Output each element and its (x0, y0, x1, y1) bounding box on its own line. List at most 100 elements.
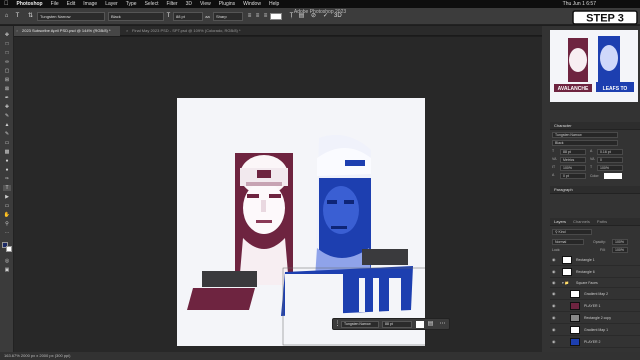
layer-group-row[interactable]: ◉ ▾ 📁 Square Faces (550, 278, 640, 288)
layer-row[interactable]: ◉ Rectangle 2 copy (550, 312, 640, 324)
float-character-icon[interactable]: ▤ (427, 321, 434, 328)
eye-icon[interactable]: ◉ (552, 254, 556, 266)
paragraph-panel-header[interactable]: Paragraph (550, 186, 640, 194)
eye-icon[interactable]: ◉ (552, 266, 556, 278)
float-font-size[interactable]: 88 pt (382, 321, 412, 328)
char-vscale[interactable]: 100% (560, 165, 586, 171)
eye-icon[interactable]: ◉ (552, 288, 556, 300)
menu-layer[interactable]: Layer (105, 1, 118, 7)
tab-channels[interactable]: Channels (573, 218, 590, 225)
menu-filter[interactable]: Filter (166, 1, 177, 7)
float-more-icon[interactable]: ⋯ (439, 321, 446, 328)
float-color-swatch[interactable] (416, 321, 424, 328)
brush-tool-icon[interactable]: ✎ (3, 113, 11, 119)
eye-icon[interactable]: ◉ (552, 324, 556, 336)
menu-image[interactable]: Image (83, 1, 97, 7)
layer-row[interactable]: ◉ Gradient Map 1 (550, 324, 640, 336)
char-font-size[interactable]: 88 pt (560, 149, 586, 155)
tab-final-may[interactable]: × Final May 2023 PSD - SPT.psd @ 109% (C… (124, 26, 254, 36)
menu-type[interactable]: Type (126, 1, 137, 7)
menu-3d[interactable]: 3D (186, 1, 192, 7)
move-tool-icon[interactable]: ✥ (3, 32, 11, 38)
menu-select[interactable]: Select (145, 1, 159, 7)
char-tracking[interactable]: 0 (597, 157, 623, 163)
anti-alias-select[interactable]: Sharp (213, 12, 243, 21)
screen-mode-icon[interactable]: ▣ (3, 267, 11, 273)
frame-tool-icon[interactable]: ⊠ (3, 86, 11, 92)
marquee-tool-icon[interactable]: □ (3, 50, 11, 56)
gradient-tool-icon[interactable]: ▩ (3, 149, 11, 155)
layer-filter-kind[interactable]: ⚲ Kind (552, 229, 592, 235)
commit-icon[interactable]: ✓ (322, 13, 329, 20)
healing-brush-icon[interactable]: ✚ (3, 104, 11, 110)
character-panel-header[interactable]: Character (550, 122, 640, 130)
home-icon[interactable]: ⌂ (3, 13, 10, 20)
background-color-swatch[interactable] (6, 246, 12, 252)
cancel-icon[interactable]: ⊘ (310, 13, 317, 20)
menu-window[interactable]: Window (243, 1, 261, 7)
fill-input[interactable]: 100% (612, 247, 628, 253)
tab-2023-subscribe[interactable]: × 2023 Subscribe April PSD.psd @ 144% (R… (14, 26, 120, 36)
blend-mode-select[interactable]: Normal (552, 239, 584, 245)
eyedropper-tool-icon[interactable]: ✒ (3, 95, 11, 101)
artboard-tool-icon[interactable]: □ (3, 41, 11, 47)
font-family-select[interactable]: Tungsten Narrow (37, 12, 105, 21)
opacity-input[interactable]: 100% (612, 239, 628, 245)
crop-tool-icon[interactable]: ⊞ (3, 77, 11, 83)
hand-tool-icon[interactable]: ✋ (3, 212, 11, 218)
align-left-icon[interactable]: ≡ (246, 13, 253, 20)
font-style-select[interactable]: Black (108, 12, 164, 21)
eye-icon[interactable]: ◉ (552, 278, 556, 288)
character-panel-icon[interactable]: ▤ (298, 13, 305, 20)
close-icon[interactable]: × (126, 26, 128, 36)
layer-row[interactable]: ◉ Rectangle 6 (550, 266, 640, 278)
text-color-swatch[interactable] (270, 13, 282, 20)
menu-plugins[interactable]: Plugins (219, 1, 235, 7)
menu-view[interactable]: View (200, 1, 211, 7)
char-kerning[interactable]: Metrics (560, 157, 586, 163)
menu-file[interactable]: File (51, 1, 59, 7)
menu-help[interactable]: Help (269, 1, 279, 7)
stamp-tool-icon[interactable]: ▲ (3, 122, 11, 128)
canvas-workspace[interactable] (14, 37, 542, 352)
tab-paths[interactable]: Paths (597, 218, 607, 225)
app-menu[interactable]: Photoshop (17, 1, 43, 7)
dodge-tool-icon[interactable]: ● (3, 167, 11, 173)
tab-layers[interactable]: Layers (554, 218, 566, 225)
char-font-style[interactable]: Black (552, 140, 618, 146)
align-right-icon[interactable]: ≡ (262, 13, 269, 20)
char-color-swatch[interactable] (604, 173, 622, 179)
document-canvas[interactable] (177, 98, 425, 346)
lasso-tool-icon[interactable]: ∞ (3, 59, 11, 65)
apple-icon[interactable]:  (4, 1, 9, 7)
type-tool-preset-icon[interactable]: T (14, 13, 21, 20)
eye-icon[interactable]: ◉ (552, 300, 556, 312)
eye-icon[interactable]: ◉ (552, 312, 556, 324)
history-brush-icon[interactable]: ✎ (3, 131, 11, 137)
navigator-thumbnail[interactable]: AVALANCHE LEAFS TO (550, 30, 638, 102)
text-orientation-icon[interactable]: ⇅ (27, 13, 34, 20)
font-size-select[interactable]: 88 pt (173, 12, 203, 21)
close-icon[interactable]: × (16, 26, 18, 36)
char-font-family[interactable]: Tungsten Narrow (552, 132, 618, 138)
zoom-tool-icon[interactable]: ⚲ (3, 221, 11, 227)
eye-icon[interactable]: ◉ (552, 336, 556, 348)
eraser-tool-icon[interactable]: ▭ (3, 140, 11, 146)
layer-row[interactable]: ◉ PLAYER 2 (550, 336, 640, 348)
layer-row[interactable]: ◉ PLAYER 1 (550, 300, 640, 312)
shape-tool-icon[interactable]: ▭ (3, 203, 11, 209)
more-tools-icon[interactable]: ⋯ (3, 230, 11, 236)
3d-icon[interactable]: 3D (334, 13, 342, 20)
layer-row[interactable]: ◉ Rectangle 1 (550, 254, 640, 266)
char-hscale[interactable]: 100% (597, 165, 623, 171)
quick-mask-icon[interactable]: ◎ (3, 258, 11, 264)
char-baseline[interactable]: 0 pt (560, 173, 586, 179)
drag-handle-icon[interactable]: ⋮ (334, 321, 341, 328)
layer-row[interactable]: ◉ Gradient Map 2 (550, 288, 640, 300)
menu-edit[interactable]: Edit (67, 1, 76, 7)
pen-tool-icon[interactable]: ✑ (3, 176, 11, 182)
object-select-tool-icon[interactable]: ▢ (3, 68, 11, 74)
blur-tool-icon[interactable]: ● (3, 158, 11, 164)
align-center-icon[interactable]: ≡ (254, 13, 261, 20)
type-tool-icon[interactable]: T (3, 185, 11, 191)
